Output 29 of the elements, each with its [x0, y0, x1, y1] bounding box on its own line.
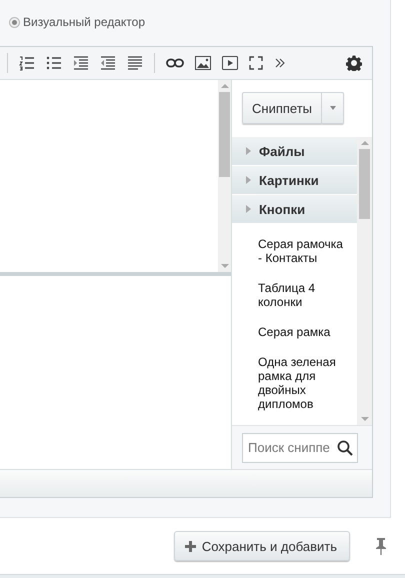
bullet-list-icon[interactable]	[46, 55, 62, 71]
outdent-icon[interactable]	[100, 55, 116, 71]
snippet-item[interactable]: Одна зеленая рамка для двойных дипломов	[232, 339, 357, 411]
radio-button[interactable]	[9, 16, 20, 28]
snippet-item[interactable]: Таблица 4 колонки	[232, 265, 357, 309]
category-item[interactable]: Картинки	[232, 166, 357, 195]
image-icon[interactable]	[195, 56, 211, 70]
video-icon[interactable]	[222, 56, 238, 70]
indent-icon[interactable]	[73, 55, 89, 71]
radio-label: Визуальный редактор	[23, 15, 146, 29]
category-item[interactable]: Файлы	[232, 137, 357, 166]
snippet-item[interactable]: Серая рамочка - Контакты	[232, 224, 357, 265]
pin-icon[interactable]	[375, 537, 387, 555]
fullscreen-icon[interactable]	[249, 56, 263, 70]
category-item[interactable]: Кнопки	[232, 195, 357, 224]
scrollbar[interactable]	[357, 137, 372, 425]
search-icon	[337, 440, 353, 456]
save-and-add-button[interactable]: Сохранить и добавить	[174, 531, 350, 561]
search-field[interactable]: Поиск сниппе	[242, 432, 358, 462]
snippets-button[interactable]: Сниппеты	[242, 92, 322, 124]
scrollbar[interactable]	[218, 80, 231, 272]
more-icon[interactable]	[274, 57, 286, 69]
numbered-list-icon[interactable]	[19, 55, 35, 71]
snippet-item[interactable]: Серая рамка	[232, 309, 357, 339]
link-icon[interactable]	[166, 58, 184, 68]
caret-icon	[330, 106, 336, 110]
plus-icon	[184, 540, 196, 552]
settings-icon[interactable]	[346, 55, 362, 71]
justify-icon[interactable]	[127, 55, 143, 71]
